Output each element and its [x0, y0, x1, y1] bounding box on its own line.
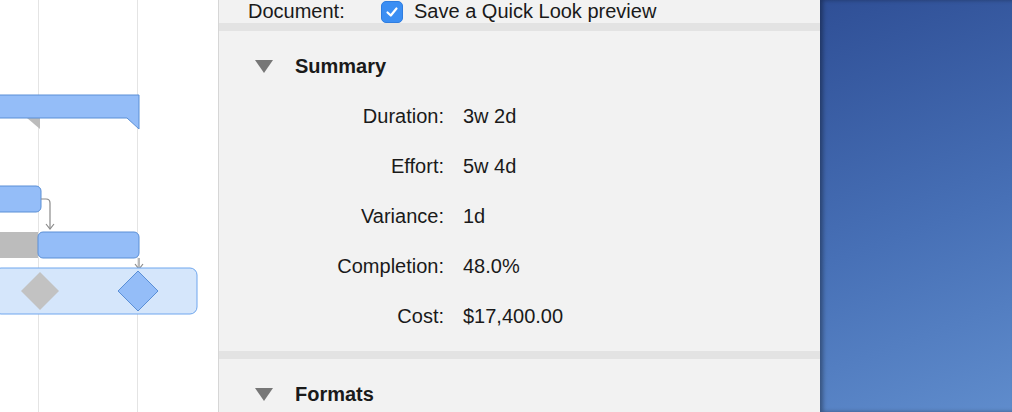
field-label: Variance:: [219, 191, 444, 241]
milestone-row[interactable]: [0, 268, 197, 314]
gantt-chart-drawing: [0, 0, 218, 412]
field-label: Effort:: [219, 141, 444, 191]
desktop-background: [820, 0, 1012, 412]
field-value: 1d: [463, 191, 820, 241]
checkbox-box[interactable]: [381, 1, 403, 23]
summary-task-bar[interactable]: [0, 95, 139, 129]
document-row: Document: Save a Quick Look preview: [219, 0, 820, 23]
field-list: Duration: 3w 2d Effort: 5w 4d Variance: 1d Com…: [219, 91, 820, 341]
field-value: 3w 2d: [463, 91, 820, 141]
inspector-section: Formats: [219, 359, 820, 412]
field-label: Completion:: [219, 241, 444, 291]
field-label: Duration:: [219, 91, 444, 141]
disclosure-triangle-icon[interactable]: [255, 59, 273, 73]
section-title: Formats: [295, 383, 374, 406]
section-title: Summary: [295, 55, 386, 78]
document-label: Document:: [248, 0, 363, 23]
task-bar[interactable]: [0, 232, 143, 269]
disclosure-triangle-icon[interactable]: [255, 387, 273, 401]
checkbox-label: Save a Quick Look preview: [414, 0, 656, 23]
section-separator: [219, 351, 820, 359]
checkmark-icon: [385, 5, 399, 19]
field-label: Cost:: [219, 291, 444, 341]
task-bar[interactable]: [0, 186, 54, 229]
field-value: $17,400.00: [463, 291, 820, 341]
inspector-panel: Document: Save a Quick Look preview Summar…: [219, 0, 820, 412]
app-window: Document: Save a Quick Look preview Summar…: [0, 0, 1012, 412]
inspector-section: Summary Duration: 3w 2d Effort: 5w 4d Varianc…: [219, 31, 820, 351]
field-value: 5w 4d: [463, 141, 820, 191]
section-separator: [219, 23, 820, 31]
gantt-chart[interactable]: [0, 0, 219, 412]
section-header[interactable]: Summary: [219, 46, 820, 86]
field-value: 48.0%: [463, 241, 820, 291]
quick-look-checkbox[interactable]: Save a Quick Look preview: [381, 0, 656, 23]
section-header[interactable]: Formats: [219, 374, 820, 412]
